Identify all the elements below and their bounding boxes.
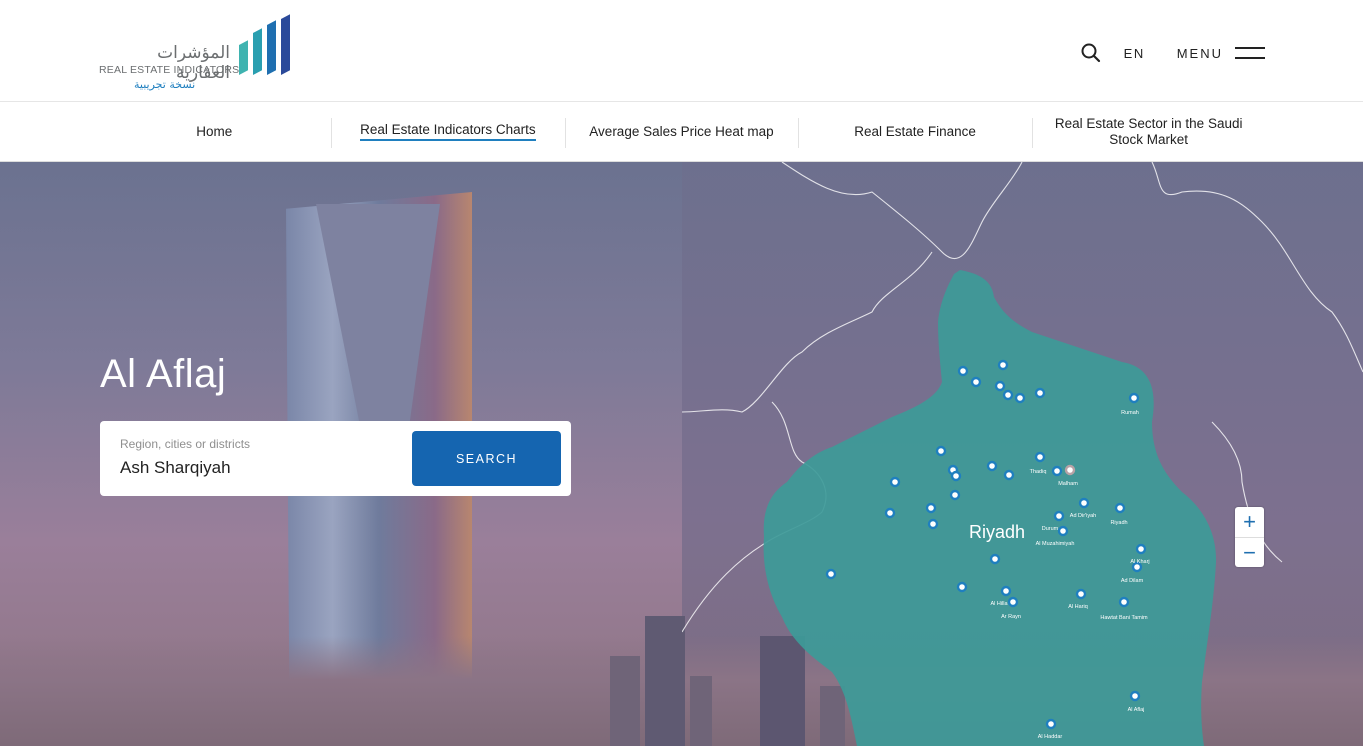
logo-bars-icon [237, 14, 291, 75]
location-search-input[interactable] [120, 458, 390, 478]
city-label-ad-dilam: Ad Dilam [1121, 578, 1144, 584]
city-label-al-haddar: Al Haddar [1038, 734, 1063, 740]
nav-item-home[interactable]: Home [98, 102, 332, 162]
zoom-out-button[interactable]: − [1235, 537, 1264, 567]
zoom-in-button[interactable]: + [1235, 507, 1264, 537]
nav-item-stock-market[interactable]: Real Estate Sector in the Saudi Stock Ma… [1031, 102, 1266, 162]
nav-item-real-estate-finance[interactable]: Real Estate Finance [798, 102, 1032, 162]
city-label-ar-rayn: Ar Rayn [1001, 614, 1021, 620]
search-icon[interactable] [1080, 42, 1102, 64]
logo-trial-label: نسخة تجريبية [134, 78, 196, 91]
hamburger-icon[interactable] [1235, 46, 1265, 60]
city-label-al-hariq: Al Hariq [1068, 604, 1088, 610]
page-title: Al Aflaj [100, 352, 227, 396]
city-label-al-kharj: Al Kharj [1130, 559, 1149, 565]
map-zoom-control: + − [1235, 507, 1264, 567]
nav-item-label: Average Sales Price Heat map [589, 123, 774, 139]
city-label-al-hilla: Al Hilla [990, 601, 1008, 607]
map-region-label: Riyadh [969, 522, 1025, 542]
nav-item-label: Real Estate Finance [854, 123, 976, 139]
nav-item-real-estate-indicators-charts[interactable]: Real Estate Indicators Charts [331, 102, 565, 162]
location-search-form: Region, cities or districts SEARCH [100, 421, 571, 496]
header-tools: EN MENU [1080, 40, 1265, 66]
logo[interactable]: المؤشرات العقارية REAL ESTATE INDICATORS… [98, 14, 293, 94]
main-nav: Home Real Estate Indicators Charts Avera… [0, 102, 1363, 162]
logo-arabic-name: المؤشرات العقارية [157, 43, 230, 83]
nav-item-label: Real Estate Sector in the Saudi Stock Ma… [1054, 115, 1243, 147]
nav-item-label: Home [196, 123, 233, 139]
city-label-ad-diriyah: Ad Dir'iyah [1070, 513, 1096, 519]
city-label-thadiq: Thadiq [1030, 469, 1047, 475]
hero-section: Rumah Thadiq Malham Ad Dir'iyah Riyadh D… [0, 162, 1363, 746]
city-label-hawtat-bani-tamim: Hawtat Bani Tamim [1100, 615, 1148, 621]
city-label-al-muzahimiyah: Al Muzahimiyah [1036, 541, 1075, 547]
city-label-riyadh: Riyadh [1110, 520, 1127, 526]
city-label-rumah: Rumah [1121, 410, 1139, 416]
city-label-al-aflaj: Al Aflaj [1128, 707, 1145, 713]
language-switch[interactable]: EN [1124, 46, 1145, 61]
search-field-label: Region, cities or districts [120, 437, 251, 451]
riyadh-region-shape [763, 270, 1217, 746]
site-header: المؤشرات العقارية REAL ESTATE INDICATORS… [0, 0, 1363, 102]
nav-item-label: Real Estate Indicators Charts [360, 122, 536, 141]
search-button[interactable]: SEARCH [412, 431, 561, 486]
nav-item-average-sales-price-heat-map[interactable]: Average Sales Price Heat map [564, 102, 799, 162]
menu-label[interactable]: MENU [1177, 46, 1223, 61]
city-label-malham: Malham [1058, 481, 1078, 487]
region-map[interactable]: Rumah Thadiq Malham Ad Dir'iyah Riyadh D… [682, 162, 1363, 746]
logo-english-name: REAL ESTATE INDICATORS [99, 64, 240, 76]
city-label-durum: Durum [1042, 526, 1059, 532]
